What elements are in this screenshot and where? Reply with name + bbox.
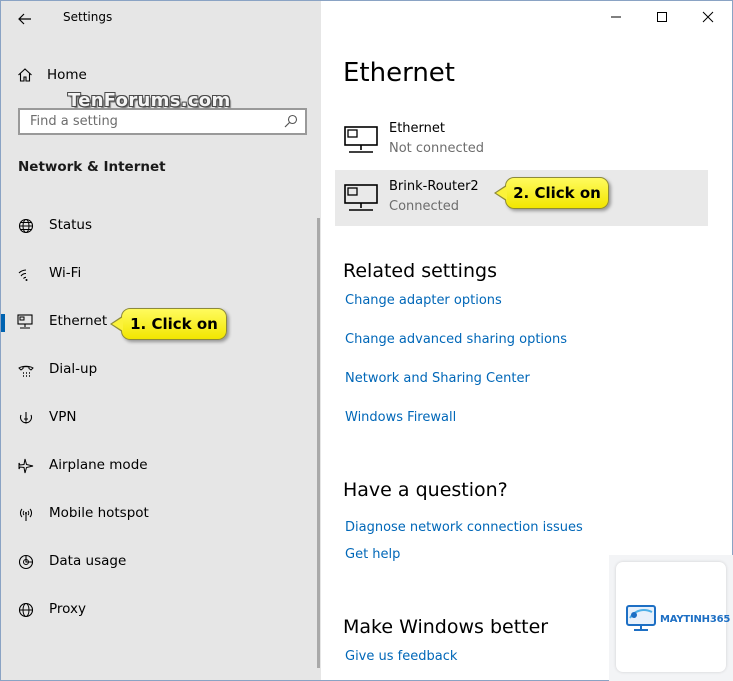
sidebar-item-airplane-mode[interactable]: Airplane mode (1, 446, 317, 486)
change-adapter-options-link[interactable]: Change adapter options (345, 293, 502, 308)
maytinh365-logo-text: MAYTINH365 (660, 614, 731, 625)
callout-step-1: 1. Click on (110, 308, 227, 340)
back-button[interactable] (11, 7, 39, 31)
minimize-button[interactable] (593, 2, 639, 32)
app-title: Settings (63, 10, 113, 24)
globe-icon (17, 217, 35, 235)
sidebar-item-label: Wi-Fi (49, 265, 82, 281)
search-input[interactable] (20, 110, 270, 133)
home-icon (18, 68, 32, 82)
connection-name: Brink-Router2 (389, 179, 479, 194)
sidebar-item-label: Ethernet (49, 313, 108, 329)
minimize-icon (611, 16, 621, 18)
maximize-icon (657, 12, 667, 22)
connection-status: Connected (389, 199, 460, 214)
sidebar-item-label: VPN (49, 409, 77, 425)
sidebar-item-status[interactable]: Status (1, 206, 317, 246)
get-help-link[interactable]: Get help (345, 547, 400, 562)
diagnose-network-link[interactable]: Diagnose network connection issues (345, 520, 583, 535)
section-title: Network & Internet (18, 159, 166, 175)
related-settings-heading: Related settings (343, 260, 497, 282)
back-arrow-icon (18, 13, 31, 25)
sidebar-item-dialup[interactable]: Dial-up (1, 350, 317, 390)
sidebar-item-vpn[interactable]: VPN (1, 398, 317, 438)
maytinh365-logo: MAYTINH365 (616, 562, 730, 672)
sidebar-item-label: Data usage (49, 553, 127, 569)
make-windows-better-heading: Make Windows better (343, 616, 549, 638)
give-feedback-link[interactable]: Give us feedback (345, 649, 457, 664)
tenforums-watermark: TenForums.com (68, 90, 231, 111)
change-advanced-sharing-link[interactable]: Change advanced sharing options (345, 332, 567, 347)
network-sharing-center-link[interactable]: Network and Sharing Center (345, 371, 530, 386)
sidebar-item-wifi[interactable]: Wi-Fi (1, 254, 317, 294)
windows-firewall-link[interactable]: Windows Firewall (345, 410, 456, 425)
ethernet-icon (17, 313, 35, 331)
home-nav-item[interactable]: Home (17, 65, 87, 85)
proxy-globe-icon (17, 601, 35, 619)
home-label: Home (47, 67, 87, 83)
sidebar-item-proxy[interactable]: Proxy (1, 590, 317, 630)
maximize-button[interactable] (639, 2, 685, 32)
sidebar-item-label: Proxy (49, 601, 86, 617)
search-box[interactable] (18, 108, 307, 135)
connection-name: Ethernet (389, 121, 445, 136)
sidebar-item-mobile-hotspot[interactable]: Mobile hotspot (1, 494, 317, 534)
hotspot-icon (17, 505, 35, 523)
page-title: Ethernet (343, 58, 455, 88)
data-usage-icon (17, 553, 35, 571)
sidebar-item-label: Mobile hotspot (49, 505, 149, 521)
monitor-logo-icon (626, 605, 656, 631)
close-button[interactable] (685, 2, 731, 32)
connection-ethernet[interactable]: Ethernet Not connected (335, 112, 708, 168)
ethernet-adapter-icon (344, 184, 380, 216)
have-a-question-heading: Have a question? (343, 479, 508, 501)
close-icon (702, 11, 714, 23)
callout-step-1-text: 1. Click on (130, 315, 218, 333)
callout-step-2: 2. Click on (494, 177, 609, 209)
sidebar-scrollbar[interactable] (317, 218, 320, 668)
sidebar-item-label: Dial-up (49, 361, 98, 377)
ethernet-adapter-icon (344, 126, 380, 158)
search-icon (284, 114, 298, 128)
sidebar-item-label: Status (49, 217, 93, 233)
sidebar-item-data-usage[interactable]: Data usage (1, 542, 317, 582)
vpn-icon (17, 409, 35, 427)
callout-step-2-text: 2. Click on (513, 184, 601, 202)
dialup-icon (17, 361, 35, 379)
wifi-icon (17, 265, 35, 283)
connection-status: Not connected (389, 141, 484, 156)
airplane-icon (17, 457, 35, 475)
maytinh365-logo-panel: MAYTINH365 (609, 555, 733, 681)
sidebar-item-label: Airplane mode (49, 457, 148, 473)
